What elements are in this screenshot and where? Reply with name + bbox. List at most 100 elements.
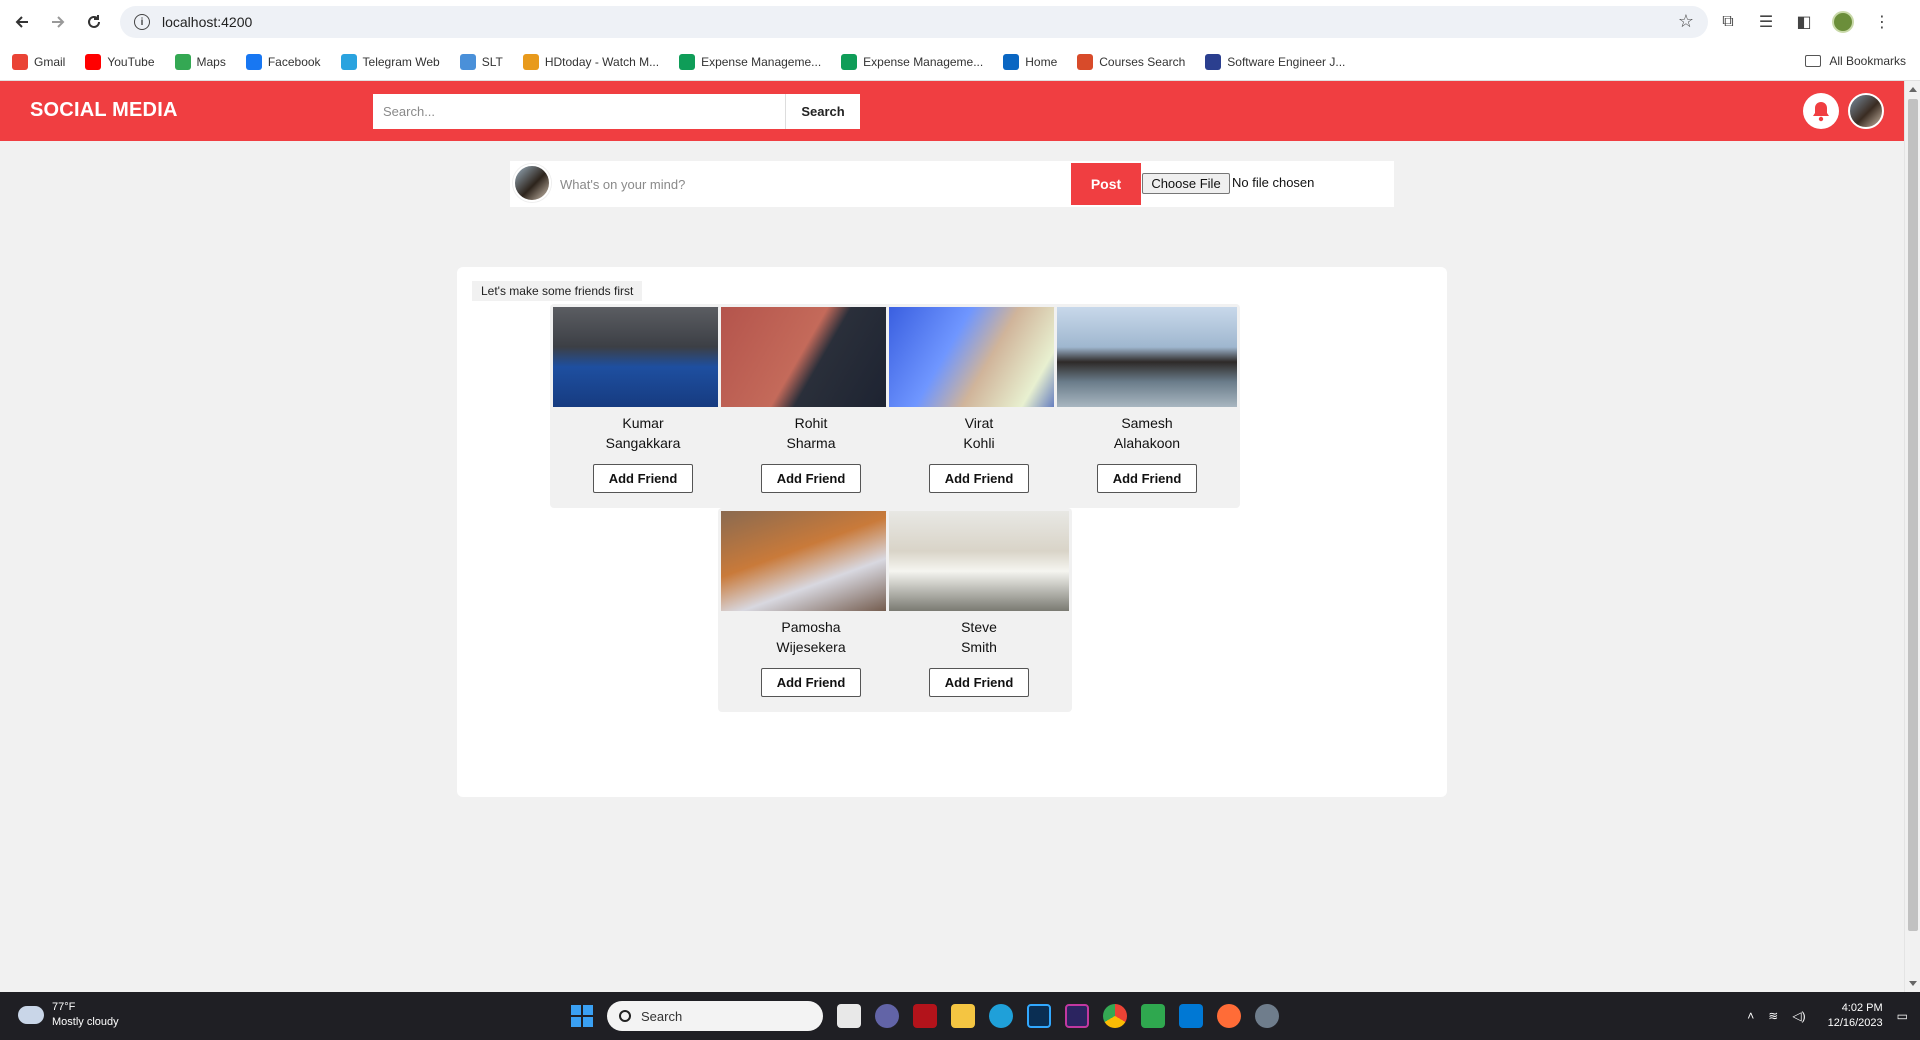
choose-file-button[interactable]: Choose File [1142, 173, 1230, 194]
app-logo[interactable]: SOCIAL MEDIA [30, 99, 178, 122]
weather-widget[interactable]: 77°F Mostly cloudy [18, 1000, 119, 1030]
bookmark-item[interactable]: SLT [459, 54, 503, 70]
friend-card: Samesh Alahakoon Add Friend [1054, 304, 1240, 508]
media-app-icon[interactable] [1141, 1004, 1165, 1028]
reload-button[interactable] [76, 4, 112, 40]
task-view-icon[interactable] [837, 1004, 861, 1028]
friend-first-name: Virat [964, 415, 994, 431]
hdtoday-icon [522, 54, 539, 70]
arrow-right-icon [52, 16, 65, 28]
url-text[interactable]: localhost:4200 [162, 14, 252, 30]
friend-photo [889, 307, 1069, 407]
friend-first-name: Rohit [794, 415, 828, 431]
browser-actions: ⧉ ☰ ◧ ⋮ [1718, 6, 1920, 38]
friend-last-name: Kohli [963, 435, 995, 451]
start-button[interactable] [571, 1005, 593, 1027]
friend-card: Kumar Sangakkara Add Friend [550, 304, 736, 508]
file-explorer-icon[interactable] [951, 1004, 975, 1028]
bookmark-item[interactable]: Maps [174, 54, 226, 70]
clock[interactable]: 4:02 PM 12/16/2023 [1828, 1001, 1883, 1031]
taskbar-search[interactable]: Search [607, 1001, 823, 1031]
friend-card: Pamosha Wijesekera Add Friend [718, 508, 904, 712]
bookmark-item[interactable]: YouTube [85, 54, 155, 70]
back-button[interactable] [4, 4, 40, 40]
bookmark-item[interactable]: Courses Search [1077, 54, 1185, 70]
sheets-icon [679, 54, 696, 70]
bookmark-item[interactable]: Gmail [12, 54, 65, 70]
clock-time: 4:02 PM [1841, 1002, 1883, 1014]
edge-icon[interactable] [989, 1004, 1013, 1028]
bookmark-label: Courses Search [1099, 55, 1186, 69]
search-input[interactable] [373, 94, 785, 129]
bookmark-star-icon[interactable]: ☆ [1678, 11, 1694, 32]
page-scrollbar[interactable] [1904, 81, 1920, 992]
search-icon [619, 1010, 631, 1022]
folder-icon [1805, 55, 1822, 67]
bookmark-label: Software Engineer J... [1227, 55, 1346, 69]
weather-temp: 77°F [52, 1001, 76, 1013]
forward-button[interactable] [40, 4, 76, 40]
photoshop-icon[interactable] [1027, 1004, 1051, 1028]
bookmark-item[interactable]: Expense Manageme... [841, 54, 983, 70]
add-friend-button[interactable]: Add Friend [761, 464, 861, 493]
friend-first-name: Samesh [1121, 415, 1173, 431]
notifications-button[interactable] [1803, 93, 1839, 129]
bookmark-label: Expense Manageme... [701, 55, 822, 69]
search-button[interactable]: Search [785, 94, 860, 129]
bookmark-item[interactable]: Telegram Web [340, 54, 440, 70]
address-bar[interactable]: i localhost:4200 ☆ [120, 6, 1708, 38]
telegram-icon [340, 54, 357, 70]
friend-card: Steve Smith Add Friend [886, 508, 1072, 712]
friend-photo [721, 511, 901, 611]
post-button[interactable]: Post [1071, 163, 1141, 205]
bookmark-label: Telegram Web [362, 55, 440, 69]
teams-icon[interactable] [875, 1004, 899, 1028]
sheets-icon [841, 54, 858, 70]
add-friend-button[interactable]: Add Friend [593, 464, 693, 493]
add-friend-button[interactable]: Add Friend [1097, 464, 1197, 493]
profile-avatar[interactable] [1832, 11, 1854, 33]
add-friend-button[interactable]: Add Friend [929, 668, 1029, 697]
arrow-left-icon [15, 16, 28, 28]
bookmark-item[interactable]: HDtoday - Watch M... [522, 54, 659, 70]
settings-icon[interactable] [1255, 1004, 1279, 1028]
site-info-icon[interactable]: i [134, 14, 150, 30]
bookmark-item[interactable]: Software Engineer J... [1205, 54, 1345, 70]
postman-icon[interactable] [1217, 1004, 1241, 1028]
courses-icon [1077, 54, 1094, 70]
intellij-icon[interactable] [1065, 1004, 1089, 1028]
side-panel-icon[interactable]: ◧ [1794, 12, 1814, 32]
bookmark-item[interactable]: Expense Manageme... [679, 54, 821, 70]
bookmark-item[interactable]: Home [1003, 54, 1057, 70]
add-friend-button[interactable]: Add Friend [761, 668, 861, 697]
windows-taskbar: 77°F Mostly cloudy Search ˄ ≋ ◁) 4:02 PM… [0, 992, 1920, 1040]
cloud-icon [18, 1000, 44, 1024]
reading-list-icon[interactable]: ☰ [1756, 12, 1776, 32]
friend-photo [1057, 307, 1237, 407]
vscode-icon[interactable] [1179, 1004, 1203, 1028]
scroll-up-icon[interactable] [1909, 87, 1917, 92]
friend-suggestions-panel: Let's make some friends first Kumar Sanga… [457, 267, 1447, 797]
notification-center-icon[interactable]: ▭ [1897, 1009, 1908, 1023]
scroll-thumb[interactable] [1908, 99, 1918, 931]
post-input[interactable] [560, 161, 1060, 207]
all-bookmarks-button[interactable]: All Bookmarks [1805, 54, 1906, 68]
menu-icon[interactable]: ⋮ [1872, 12, 1892, 32]
friend-first-name: Steve [961, 619, 997, 635]
game-app-icon[interactable] [913, 1004, 937, 1028]
reload-icon [88, 15, 100, 28]
speaker-icon[interactable]: ◁) [1792, 1009, 1805, 1023]
chrome-icon[interactable] [1103, 1004, 1127, 1028]
bookmarks-bar: Gmail YouTube Maps Facebook Telegram Web SLT H… [0, 44, 1920, 81]
weather-desc: Mostly cloudy [52, 1016, 119, 1028]
add-friend-button[interactable]: Add Friend [929, 464, 1029, 493]
scroll-down-icon[interactable] [1909, 981, 1917, 986]
wifi-icon[interactable]: ≋ [1768, 1009, 1778, 1023]
bookmark-item[interactable]: Facebook [245, 54, 321, 70]
bookmark-label: SLT [481, 55, 503, 69]
user-avatar[interactable] [1848, 93, 1884, 129]
all-bookmarks-label: All Bookmarks [1829, 54, 1906, 68]
extensions-icon[interactable]: ⧉ [1718, 12, 1738, 32]
friend-card: Rohit Sharma Add Friend [718, 304, 904, 508]
chevron-up-icon[interactable]: ˄ [1747, 1009, 1754, 1023]
